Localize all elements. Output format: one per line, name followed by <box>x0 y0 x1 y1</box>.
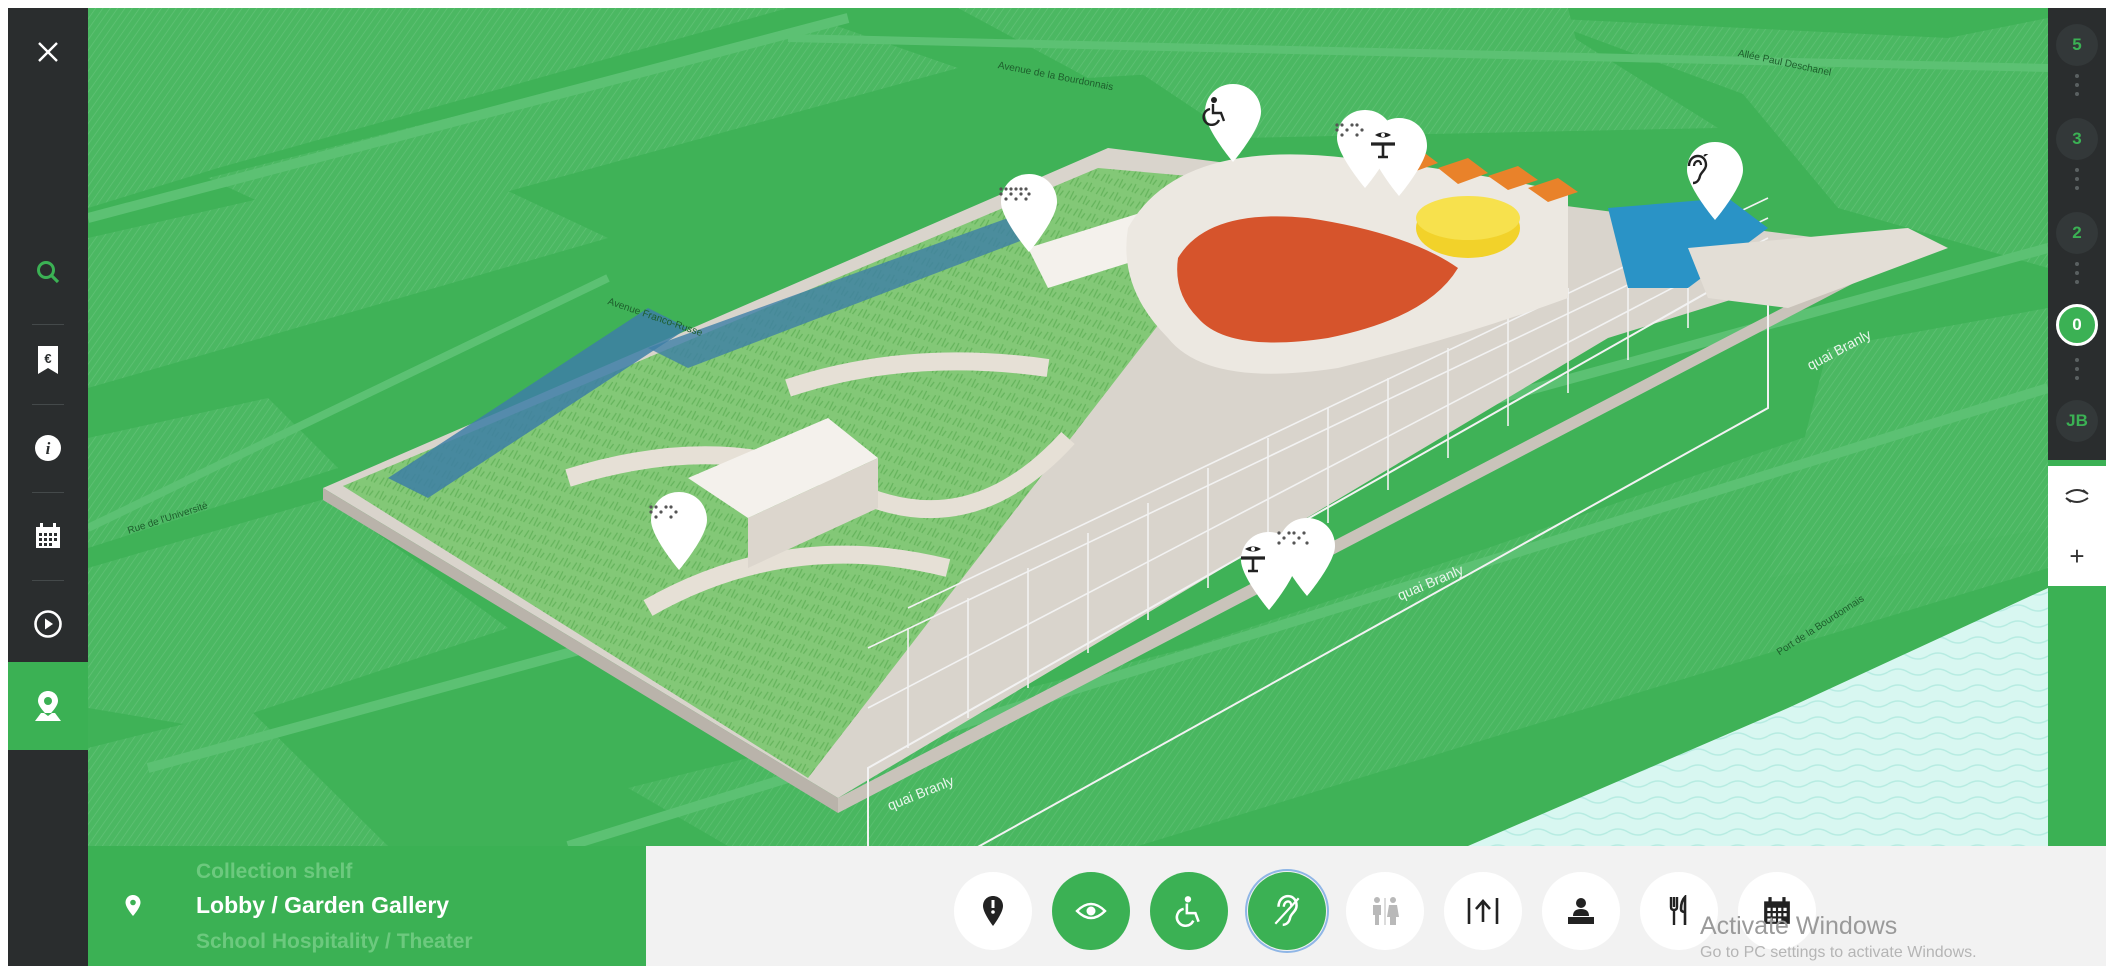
map-button[interactable] <box>8 662 88 750</box>
ticket-euro-icon: € <box>38 346 58 374</box>
map-pin-braille[interactable] <box>648 490 710 574</box>
level-item-current[interactable]: Lobby / Garden Gallery <box>196 892 449 919</box>
ticket-button[interactable]: € <box>8 316 88 404</box>
rotate-view-button[interactable] <box>2048 466 2106 526</box>
map-canvas <box>88 8 2048 846</box>
floor-button[interactable]: JB <box>2056 400 2098 442</box>
floor-selector: 5 3 2 0 JB <box>2048 8 2106 460</box>
rotate-icon <box>2065 489 2089 503</box>
level-item-above[interactable]: Collection shelf <box>196 860 352 884</box>
toilets-icon <box>1373 897 1399 925</box>
ear-icon <box>1687 154 1709 185</box>
eye-table-icon <box>1371 132 1395 159</box>
info-icon: i <box>35 435 61 461</box>
reception-desk-filter[interactable] <box>1542 872 1620 950</box>
visual-impairment-icon <box>1075 902 1107 920</box>
close-button[interactable] <box>8 8 88 96</box>
braille-icon <box>1277 531 1309 545</box>
svg-text:i: i <box>46 439 51 458</box>
toilets-filter[interactable] <box>1346 872 1424 950</box>
floor-button[interactable]: 5 <box>2056 24 2098 66</box>
location-pin-icon <box>125 895 141 916</box>
floor-button[interactable]: 3 <box>2056 118 2098 160</box>
restaurant-icon <box>1669 895 1687 925</box>
floor-dots <box>2075 168 2079 195</box>
eye-table-icon <box>1241 546 1265 573</box>
elevator-filter[interactable] <box>1444 872 1522 950</box>
svg-text:€: € <box>44 351 51 366</box>
floor-dots <box>2075 74 2079 101</box>
braille-icon <box>649 505 678 519</box>
museum-map-app: € i Avenue de la Bourdonnais Allée Paul … <box>8 8 2106 966</box>
braille-icon <box>999 187 1031 201</box>
braille-icon <box>1335 123 1364 137</box>
calendar-icon <box>36 523 60 548</box>
play-icon <box>34 610 62 638</box>
play-button[interactable] <box>8 580 88 668</box>
close-icon <box>38 42 58 62</box>
floor-button[interactable]: 2 <box>2056 212 2098 254</box>
zoom-in-button[interactable]: + <box>2048 526 2106 586</box>
map-pin-braille[interactable] <box>1276 516 1338 600</box>
level-item-below[interactable]: School Hospitality / Theater <box>196 930 473 954</box>
points-of-interest-filter[interactable] <box>954 872 1032 950</box>
map-pin-visual-table[interactable] <box>1368 116 1430 200</box>
museum-map[interactable]: Avenue de la Bourdonnais Allée Paul Desc… <box>88 8 2048 846</box>
map-pin-icon <box>35 691 61 721</box>
map-pin-hearing[interactable] <box>1684 140 1746 224</box>
map-pin-braille[interactable] <box>998 172 1060 256</box>
reception-desk-icon <box>1568 898 1594 924</box>
level-list: Collection shelf Lobby / Garden Gallery … <box>88 846 646 966</box>
hearing-impairment-icon <box>1274 894 1300 927</box>
elevator-icon <box>1467 898 1499 924</box>
hearing-impairment-filter[interactable] <box>1245 869 1329 953</box>
wheelchair-icon <box>1175 896 1200 927</box>
calendar-button[interactable] <box>8 492 88 580</box>
left-sidebar: € i <box>8 8 88 966</box>
info-button[interactable]: i <box>8 404 88 492</box>
floor-button-active[interactable]: 0 <box>2056 304 2098 346</box>
wheelchair-icon <box>1202 97 1226 126</box>
wheelchair-filter[interactable] <box>1150 872 1228 950</box>
floor-dots <box>2075 262 2079 289</box>
search-button[interactable] <box>8 228 88 316</box>
visual-impairment-filter[interactable] <box>1052 872 1130 950</box>
windows-activation-subtitle: Go to PC settings to activate Windows. <box>1700 944 1977 961</box>
map-pin-wheelchair[interactable] <box>1202 82 1264 166</box>
point-of-interest-icon <box>983 896 1003 926</box>
floor-dots <box>2075 358 2079 385</box>
search-icon <box>37 261 60 284</box>
windows-activation-title: Activate Windows <box>1700 912 1898 940</box>
